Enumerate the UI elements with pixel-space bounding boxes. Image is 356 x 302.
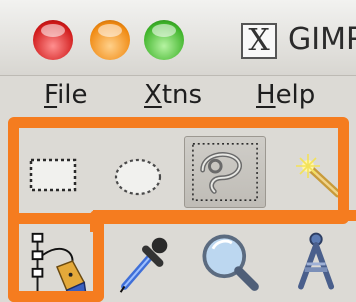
menu-file-label: ile (57, 80, 88, 110)
menu-xtns-accelerator: X (144, 80, 162, 110)
title-bar: X GIMP (0, 0, 356, 76)
highlight-selection-tools (8, 117, 349, 224)
menu-bar: File Xtns Help (0, 76, 356, 118)
window-title: GIMP (288, 22, 356, 57)
menu-file[interactable]: File (44, 80, 88, 110)
highlight-tool-row-top (90, 210, 356, 232)
menu-help-accelerator: H (256, 80, 276, 110)
measure-tool-icon (298, 232, 335, 290)
menu-help-label: elp (275, 80, 316, 110)
measure-tool[interactable] (276, 226, 356, 298)
x11-app-icon: X (241, 23, 277, 59)
menu-xtns[interactable]: Xtns (144, 80, 202, 110)
menu-file-accelerator: F (44, 80, 58, 110)
menu-help[interactable]: Help (256, 80, 315, 110)
menu-xtns-label: tns (161, 80, 203, 110)
zoom-window-button[interactable] (144, 20, 184, 60)
color-picker-tool[interactable] (102, 228, 184, 300)
zoom-tool[interactable] (188, 226, 270, 298)
color-picker-icon (119, 237, 168, 293)
minimize-window-button[interactable] (90, 20, 130, 60)
zoom-tool-icon (202, 234, 259, 291)
close-window-button[interactable] (33, 20, 73, 60)
